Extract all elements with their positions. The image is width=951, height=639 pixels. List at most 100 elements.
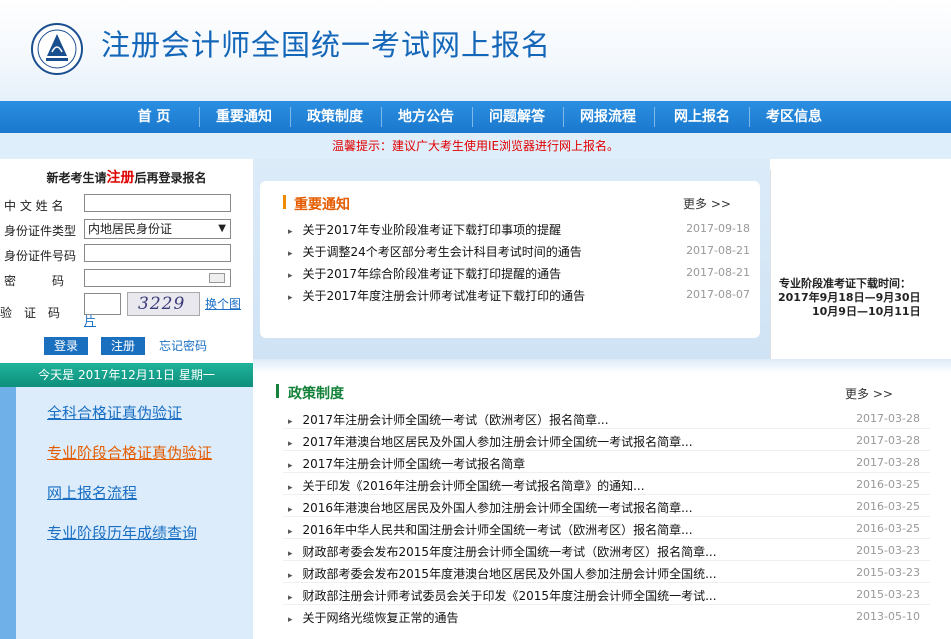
site-title: 注册会计师全国统一考试网上报名 [101, 28, 552, 62]
change-captcha-link[interactable]: 换个图片 [84, 296, 244, 330]
row-divider [283, 582, 930, 583]
policy-item[interactable]: ▸ 2016年港澳台地区居民及外国人参加注册会计师全国统一考试报名简章... [288, 499, 693, 516]
row-divider [283, 516, 930, 517]
notice-item-date: 2017-08-07 [686, 288, 750, 301]
policy-item[interactable]: ▸ 2017年注册会计师全国统一考试报名简章 [288, 455, 525, 472]
notices-title: 重要通知 [294, 197, 350, 213]
name-input[interactable] [84, 194, 231, 212]
policy-item[interactable]: ▸ 2017年注册会计师全国统一考试（欧洲考区）报名简章... [288, 411, 609, 428]
section-divider [253, 359, 951, 373]
id-number-input[interactable] [84, 244, 231, 262]
policy-item[interactable]: ▸ 财政部考委会发布2015年度港澳台地区居民及外国人参加注册会计师全国统... [288, 565, 717, 582]
policy-item-date: 2016-03-25 [856, 478, 920, 491]
password-input[interactable] [84, 269, 231, 287]
side-link-certificate-verify[interactable]: 全科合格证真伪验证 [47, 402, 182, 423]
nav-separator [654, 107, 655, 127]
site-header: 注册会计师全国统一考试网上报名 [0, 0, 951, 101]
side-link-registration-process[interactable]: 网上报名流程 [47, 482, 137, 503]
bullet-icon: ▸ [288, 571, 293, 581]
notice-item-date: 2017-08-21 [686, 244, 750, 257]
policy-item-text: 2017年港澳台地区居民及外国人参加注册会计师全国统一考试报名简章... [302, 435, 693, 449]
side-menu: 全科合格证真伪验证 专业阶段合格证真伪验证 网上报名流程 专业阶段历年成绩查询 [0, 387, 253, 639]
row-divider [283, 472, 930, 473]
policy-item-date: 2016-03-25 [856, 500, 920, 513]
notice-item-text: 关于2017年度注册会计师考试准考证下载打印的通告 [302, 289, 586, 303]
notice-item-text: 关于2017年综合阶段准考证下载打印提醒的通告 [302, 267, 562, 281]
row-divider [283, 428, 930, 429]
notice-item-date: 2017-08-21 [686, 266, 750, 279]
policy-item-date: 2013-05-10 [856, 610, 920, 623]
policy-item-text: 2016年中华人民共和国注册会计师全国统一考试（欧洲考区）报名简章... [302, 523, 693, 537]
nav-separator [381, 107, 382, 127]
nav-separator [472, 107, 473, 127]
bullet-icon: ▸ [288, 527, 293, 537]
nav-item-online-registration[interactable]: 网上报名 [660, 101, 744, 133]
policy-item[interactable]: ▸ 财政部注册会计师考试委员会关于印发《2015年度注册会计师全国统一考试... [288, 587, 717, 604]
policy-item[interactable]: ▸ 2016年中华人民共和国注册会计师全国统一考试（欧洲考区）报名简章... [288, 521, 693, 538]
forgot-password-link[interactable]: 忘记密码 [159, 337, 207, 354]
name-label: 中 文 姓 名 [4, 199, 64, 213]
notice-item[interactable]: ▸ 关于2017年专业阶段准考证下载打印事项的提醒 [288, 221, 561, 238]
policy-item-date: 2015-03-23 [856, 544, 920, 557]
register-button[interactable]: 注册 [101, 337, 145, 355]
nav-separator [749, 107, 750, 127]
id-type-select[interactable]: 内地居民身份证 ▼ [84, 219, 231, 239]
nav-item-policies[interactable]: 政策制度 [296, 101, 374, 133]
notice-item[interactable]: ▸ 关于调整24个考区部分考生会计科目考试时间的通告 [288, 243, 582, 260]
exam-info-line: 10月9日—10月11日 [812, 305, 921, 318]
policy-item[interactable]: ▸ 关于印发《2016年注册会计师全国统一考试报名简章》的通知... [288, 477, 645, 494]
nav-item-local-announcements[interactable]: 地方公告 [387, 101, 465, 133]
policy-item[interactable]: ▸ 2017年港澳台地区居民及外国人参加注册会计师全国统一考试报名简章... [288, 433, 693, 450]
id-number-label: 身份证件号码 [4, 249, 77, 263]
policy-item-text: 财政部考委会发布2015年度注册会计师全国统一考试（欧洲考区）报名简章... [302, 545, 717, 559]
notice-item[interactable]: ▸ 关于2017年综合阶段准考证下载打印提醒的通告 [288, 265, 561, 282]
notice-item-text: 关于2017年专业阶段准考证下载打印事项的提醒 [302, 223, 562, 237]
bullet-icon: ▸ [288, 461, 293, 471]
keyboard-icon[interactable] [209, 273, 225, 283]
policy-item-date: 2015-03-23 [856, 588, 920, 601]
login-button[interactable]: 登录 [44, 337, 88, 355]
bullet-icon: ▸ [288, 593, 293, 603]
policy-item-text: 财政部考委会发布2015年度港澳台地区居民及外国人参加注册会计师全国统... [302, 567, 717, 581]
policy-item[interactable]: ▸ 关于网络光缆恢复正常的通告 [288, 609, 459, 626]
row-divider [283, 494, 930, 495]
bullet-icon: ▸ [288, 505, 293, 515]
policy-item-text: 财政部注册会计师考试委员会关于印发《2015年度注册会计师全国统一考试... [302, 589, 717, 603]
bullet-icon: ▸ [288, 227, 293, 237]
login-heading-suffix: 后再登录报名 [134, 171, 207, 185]
policy-item-date: 2015-03-23 [856, 566, 920, 579]
date-bar: 今天是 2017年12月11日 星期一 [0, 363, 253, 387]
notice-item[interactable]: ▸ 关于2017年度注册会计师考试准考证下载打印的通告 [288, 287, 585, 304]
notice-bar: 温馨提示：建议广大考生使用IE浏览器进行网上报名。 [0, 133, 951, 159]
bullet-icon: ▸ [288, 439, 293, 449]
nav-item-faq[interactable]: 问题解答 [478, 101, 556, 133]
exam-info-box: 专业阶段准考证下载时间： 2017年9月18日—9月30日 10月9日—10月1… [770, 170, 951, 359]
policies-more-link[interactable]: 更多 >> [845, 385, 893, 402]
bullet-icon: ▸ [288, 293, 293, 303]
row-divider [283, 560, 930, 561]
captcha-label: 验 证 码 [0, 306, 61, 320]
nav-item-notices[interactable]: 重要通知 [205, 101, 283, 133]
notices-more-link[interactable]: 更多 >> [683, 195, 731, 212]
policy-item-text: 2016年港澳台地区居民及外国人参加注册会计师全国统一考试报名简章... [302, 501, 693, 515]
nav-separator [563, 107, 564, 127]
nav-item-home[interactable]: 首 页 [115, 101, 193, 133]
login-panel: 新老考生请注册后再登录报名 中 文 姓 名 身份证件类型 内地居民身份证 ▼ 身… [0, 159, 253, 363]
row-divider [283, 604, 930, 605]
row-divider [283, 450, 930, 451]
register-link[interactable]: 注册 [107, 170, 135, 186]
section-marker [276, 384, 279, 398]
notice-item-date: 2017-09-18 [686, 222, 750, 235]
nav-item-exam-area[interactable]: 考区信息 [755, 101, 833, 133]
bullet-icon: ▸ [288, 615, 293, 625]
cicpa-logo-icon [31, 23, 83, 75]
nav-item-process[interactable]: 网报流程 [569, 101, 647, 133]
side-link-score-query[interactable]: 专业阶段历年成绩查询 [47, 522, 197, 543]
side-link-professional-certificate-verify[interactable]: 专业阶段合格证真伪验证 [47, 442, 212, 463]
bullet-icon: ▸ [288, 483, 293, 493]
bullet-icon: ▸ [288, 417, 293, 427]
policies-title: 政策制度 [288, 386, 344, 402]
policy-item[interactable]: ▸ 财政部考委会发布2015年度注册会计师全国统一考试（欧洲考区）报名简章... [288, 543, 717, 560]
nav-separator [199, 107, 200, 127]
bullet-icon: ▸ [288, 549, 293, 559]
